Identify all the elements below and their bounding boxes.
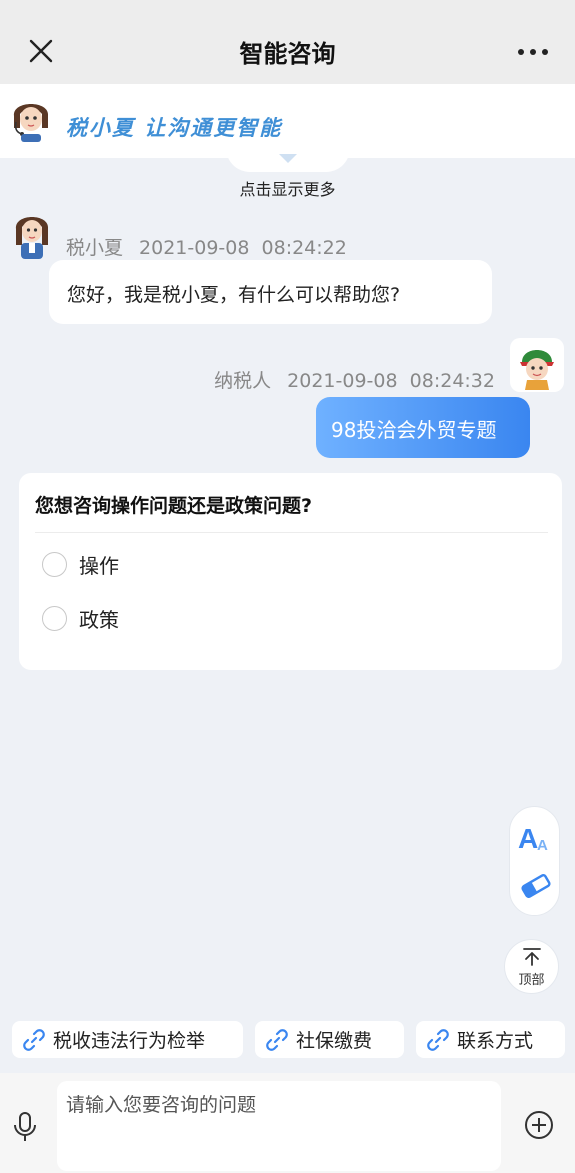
plus-icon[interactable] xyxy=(524,1110,554,1140)
radio-button[interactable] xyxy=(42,551,67,577)
font-size-icon[interactable]: A A xyxy=(518,823,552,854)
banner-expand-tab[interactable] xyxy=(226,148,350,172)
link-icon xyxy=(427,1028,449,1051)
radio-button[interactable] xyxy=(42,605,67,631)
quick-links-bar: 税收违法行为检举 社保缴费 联系方式 xyxy=(0,1012,575,1072)
option-label: 操作 xyxy=(79,553,119,578)
brand-slogan: 税小夏 让沟通更智能 xyxy=(66,115,283,140)
svg-text:A: A xyxy=(518,823,538,853)
assistant-avatar-icon xyxy=(12,209,52,259)
user-avatar-icon xyxy=(510,338,564,392)
quick-link-label: 税收违法行为检举 xyxy=(53,1030,206,1052)
quick-link-label: 社保缴费 xyxy=(296,1030,373,1052)
quick-link-tax-report[interactable]: 税收违法行为检举 xyxy=(12,1021,243,1058)
back-to-top-button[interactable]: 顶部 xyxy=(504,939,559,994)
option-label: 政策 xyxy=(79,607,119,632)
quick-link-label: 联系方式 xyxy=(457,1030,534,1052)
svg-text:A: A xyxy=(537,837,548,853)
message-time: 2021-09-08 08:24:32 xyxy=(287,370,495,392)
question-text: 您想咨询操作问题还是政策问题? xyxy=(35,495,313,517)
option-policy[interactable]: 政策 xyxy=(42,603,119,633)
question-input[interactable] xyxy=(57,1081,501,1171)
link-icon xyxy=(266,1028,288,1051)
link-icon xyxy=(23,1028,45,1051)
divider xyxy=(35,532,548,533)
more-dots-icon[interactable] xyxy=(517,44,549,58)
quick-link-contact[interactable]: 联系方式 xyxy=(416,1021,565,1058)
microphone-icon[interactable] xyxy=(12,1111,38,1143)
assistant-avatar-icon xyxy=(8,94,54,142)
brand-banner: 税小夏 让沟通更智能 xyxy=(0,84,575,158)
sender-name: 纳税人 xyxy=(214,370,272,392)
quick-link-social-security[interactable]: 社保缴费 xyxy=(255,1021,404,1058)
user-message-bubble: 98投洽会外贸专题 xyxy=(316,397,530,458)
title-bar: 智能咨询 xyxy=(0,0,575,84)
input-bar xyxy=(0,1073,575,1173)
message-time: 2021-09-08 08:24:22 xyxy=(139,237,347,259)
question-card: 您想咨询操作问题还是政策问题? 操作 政策 xyxy=(19,473,562,670)
chevron-down-icon xyxy=(279,154,297,163)
sender-name: 税小夏 xyxy=(66,237,124,259)
floating-toolbar: A A xyxy=(509,806,560,916)
option-operation[interactable]: 操作 xyxy=(42,549,119,579)
message-meta: 纳税人 2021-09-08 08:24:32 xyxy=(214,366,495,393)
arrow-up-icon xyxy=(523,948,541,966)
back-to-top-label: 顶部 xyxy=(518,973,545,988)
page-title: 智能咨询 xyxy=(239,40,336,68)
show-more-link[interactable]: 点击显示更多 xyxy=(0,176,575,200)
assistant-message-bubble: 您好，我是税小夏，有什么可以帮助您? xyxy=(49,260,492,324)
message-meta: 税小夏 2021-09-08 08:24:22 xyxy=(66,233,347,260)
eraser-icon[interactable] xyxy=(520,872,552,900)
